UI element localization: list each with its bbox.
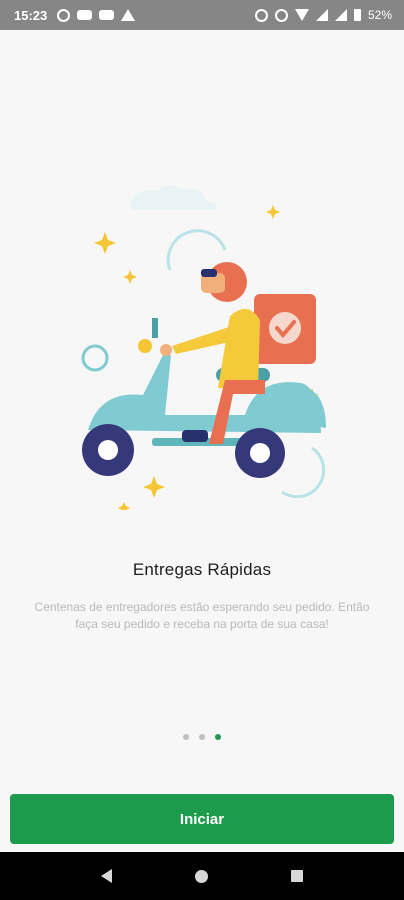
- ring-decoration: [81, 344, 109, 372]
- page-dot-active: [215, 734, 221, 740]
- onboarding-description: Centenas de entregadores estão esperando…: [34, 600, 370, 631]
- youtube-icon: [77, 10, 93, 20]
- onboarding-title: Entregas Rápidas: [132, 560, 272, 579]
- delivery-scooter-illustration: [81, 185, 326, 510]
- sparkle-icon: [143, 476, 165, 498]
- status-time: 15:23: [14, 7, 48, 23]
- page-indicator: [0, 734, 404, 740]
- start-button[interactable]: Iniciar: [10, 794, 394, 844]
- signal-alt-icon: [334, 9, 347, 21]
- mute-icon: [274, 8, 288, 22]
- link-icon: [99, 10, 115, 20]
- sparkle-icon: [118, 502, 130, 510]
- cloud-icon: [130, 185, 217, 210]
- page-dot: [199, 734, 205, 740]
- sparkle-icon: [94, 232, 116, 254]
- status-left: 15:23: [14, 7, 136, 23]
- status-bar: 15:23 52%: [0, 0, 404, 30]
- recents-icon[interactable]: [290, 870, 303, 882]
- page-dot: [183, 734, 189, 740]
- ring-decoration: [281, 446, 326, 499]
- ring-decoration: [166, 229, 227, 271]
- pinterest-icon: [57, 8, 71, 22]
- alarm-icon: [254, 8, 268, 22]
- sparkle-icon: [123, 270, 137, 284]
- navigation-bar: [0, 852, 404, 900]
- status-right: 52%: [254, 8, 392, 22]
- warning-icon: [121, 9, 136, 21]
- sparkle-icon: [266, 205, 280, 219]
- wifi-icon: [294, 9, 309, 21]
- back-icon[interactable]: [101, 869, 113, 883]
- home-icon[interactable]: [194, 869, 208, 883]
- battery-percentage: 52%: [367, 8, 392, 22]
- battery-icon: [353, 9, 361, 21]
- signal-icon: [315, 9, 328, 21]
